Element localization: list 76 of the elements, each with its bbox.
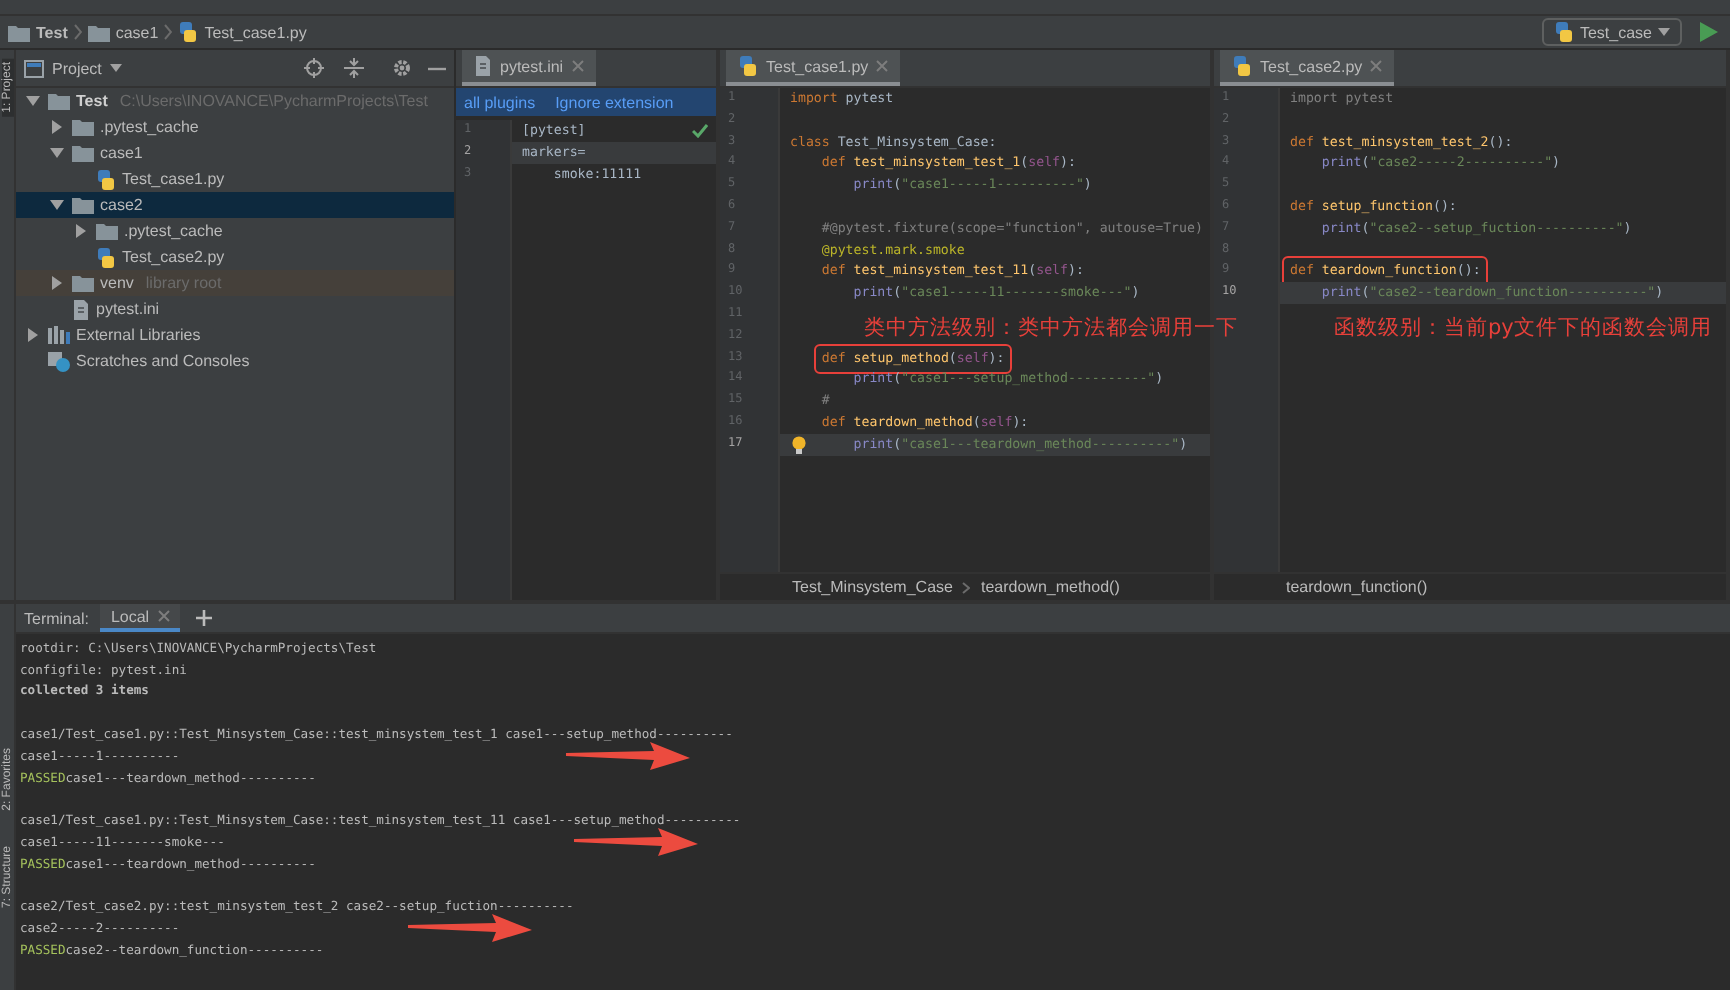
chevron-icon xyxy=(164,24,173,40)
breadcrumb[interactable]: Test_case1.py xyxy=(204,23,307,41)
library-icon xyxy=(48,326,70,344)
tree-item-label: .pytest_cache xyxy=(100,118,199,136)
collapse-arrow-icon[interactable] xyxy=(26,94,40,108)
collapse-all-icon[interactable] xyxy=(344,58,364,78)
banner-link[interactable]: Ignore extension xyxy=(555,93,674,111)
tree-item-label: Test_case1.py xyxy=(122,170,225,188)
settings-icon[interactable] xyxy=(392,58,412,78)
python-file-icon xyxy=(1232,56,1252,76)
tree-item-label: case2 xyxy=(100,196,143,214)
breadcrumb[interactable]: teardown_method() xyxy=(980,578,1120,596)
tree-item[interactable]: pytest.ini xyxy=(16,296,454,322)
folder-icon xyxy=(8,23,30,41)
breadcrumb[interactable]: Test xyxy=(36,23,68,41)
tree-item-label: .pytest_cache xyxy=(124,222,223,240)
breadcrumb[interactable]: teardown_function() xyxy=(1286,578,1428,596)
banner-link[interactable]: all plugins xyxy=(464,93,536,111)
folder-icon xyxy=(72,118,94,136)
python-file-icon xyxy=(738,56,758,76)
folder-icon xyxy=(48,92,70,110)
python-file-icon xyxy=(178,22,199,42)
crosshair-icon[interactable] xyxy=(304,58,324,78)
panel-title[interactable]: Project xyxy=(52,59,102,77)
editor-tab[interactable]: pytest.ini xyxy=(462,50,596,86)
tree-item-label: Test xyxy=(76,92,108,110)
close-icon[interactable] xyxy=(157,610,170,622)
expand-arrow-icon[interactable] xyxy=(50,120,64,134)
panel-icon xyxy=(24,59,44,77)
folder-icon xyxy=(72,196,94,214)
tree-item[interactable]: Test_case1.py xyxy=(16,166,454,192)
expand-arrow-icon[interactable] xyxy=(50,276,64,290)
tree-item[interactable]: Scratches and Consoles xyxy=(16,348,454,374)
folder-icon xyxy=(72,274,94,292)
run-icon[interactable] xyxy=(1700,22,1718,42)
file-icon xyxy=(72,299,90,319)
tree-item[interactable]: .pytest_cache xyxy=(16,114,454,140)
editor-tab[interactable]: Test_case1.py xyxy=(726,50,901,86)
python-file-icon xyxy=(96,169,116,189)
tree-item-label: Scratches and Consoles xyxy=(76,352,250,370)
scratches-icon xyxy=(48,351,70,371)
annotation-text: 类中方法级别：类中方法都会调用一下 xyxy=(864,314,1238,342)
tree-item[interactable]: case1 xyxy=(16,140,454,166)
tree-item-label: case1 xyxy=(100,144,143,162)
tree-item-label: Test_case2.py xyxy=(122,248,225,266)
collapse-arrow-icon[interactable] xyxy=(50,146,64,160)
terminal-tab[interactable]: Local xyxy=(100,604,180,632)
expand-arrow-icon[interactable] xyxy=(74,224,88,238)
collapse-arrow-icon[interactable] xyxy=(50,198,64,212)
caret-icon[interactable] xyxy=(109,64,122,72)
run-config-dropdown[interactable]: Test_case xyxy=(1541,18,1682,46)
python-file-icon xyxy=(96,247,116,267)
chevron-icon xyxy=(73,24,82,40)
tree-item-label: pytest.ini xyxy=(96,300,160,318)
folder-icon xyxy=(96,222,118,240)
expand-arrow-icon[interactable] xyxy=(26,328,40,342)
breadcrumb[interactable]: case1 xyxy=(115,23,159,41)
caret-icon xyxy=(1658,28,1670,36)
tree-item[interactable]: External Libraries xyxy=(16,322,454,348)
tree-item[interactable]: Test_case2.py xyxy=(16,244,454,270)
breadcrumb[interactable]: Test_Minsystem_Case xyxy=(792,578,953,596)
lightbulb-icon[interactable] xyxy=(792,435,806,454)
file-icon xyxy=(474,56,492,76)
editor-tab[interactable]: Test_case2.py xyxy=(1220,50,1395,86)
chevron-icon xyxy=(962,581,971,593)
python-file-icon xyxy=(1553,22,1574,42)
folder-icon xyxy=(87,23,110,41)
folder-icon xyxy=(72,144,94,162)
tree-item[interactable]: .pytest_cache xyxy=(16,218,454,244)
tree-item-label: External Libraries xyxy=(76,326,201,344)
terminal-title: Terminal: xyxy=(24,609,89,627)
tree-item[interactable]: case2 xyxy=(16,192,454,218)
new-tab-button[interactable] xyxy=(191,604,216,632)
plus-icon xyxy=(195,610,212,626)
annotation-text: 函数级别：当前py文件下的函数会调用 xyxy=(1334,314,1712,342)
tree-item-label: venv xyxy=(100,274,134,292)
